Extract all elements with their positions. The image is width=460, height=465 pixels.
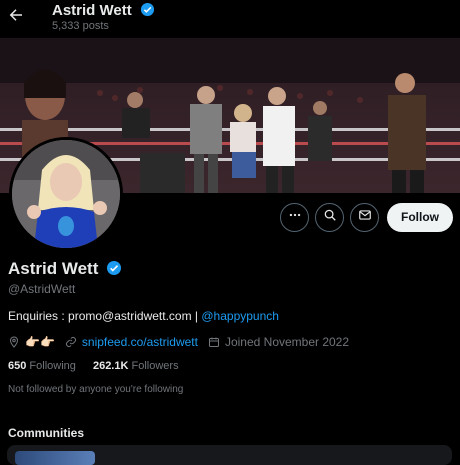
- followers-count: 262.1K: [92, 360, 129, 372]
- community-card[interactable]: [7, 445, 452, 465]
- following-label: Following: [29, 360, 76, 372]
- follow-button[interactable]: Follow: [387, 202, 453, 232]
- following-stat[interactable]: 650 Following: [8, 360, 76, 372]
- arrow-left-icon[interactable]: [6, 6, 26, 26]
- search-icon: [323, 208, 337, 227]
- community-thumbnail: [15, 451, 95, 465]
- profile-meta: 👉🏻👉🏻 snipfeed.co/astridwett Joined Novem…: [8, 335, 359, 349]
- more-icon: [288, 208, 302, 227]
- website-link[interactable]: snipfeed.co/astridwett: [82, 335, 198, 349]
- location-text: 👉🏻👉🏻: [25, 335, 55, 349]
- profile-handle: @AstridWett: [8, 282, 76, 296]
- joined-item: Joined November 2022: [208, 335, 349, 349]
- post-count: 5,333 posts: [52, 20, 109, 32]
- not-followed-note: Not followed by anyone you're following: [8, 384, 184, 395]
- bio-text: Enquiries : promo@astridwett.com |: [8, 309, 202, 323]
- follow-stats: 650 Following 262.1K Followers: [8, 360, 179, 372]
- profile-name: Astrid Wett: [8, 259, 122, 281]
- calendar-icon: [208, 336, 220, 348]
- profile-avatar[interactable]: [9, 137, 123, 251]
- verified-badge-icon: [140, 2, 155, 21]
- header-name: Astrid Wett: [52, 2, 155, 21]
- profile-bio: Enquiries : promo@astridwett.com | @happ…: [8, 309, 279, 323]
- communities-heading: Communities: [8, 426, 85, 440]
- mail-icon: [358, 208, 372, 227]
- link-icon: [65, 336, 77, 348]
- location-icon: [8, 336, 20, 348]
- header-name-text: Astrid Wett: [52, 2, 132, 19]
- top-bar: Astrid Wett 5,333 posts: [0, 0, 460, 38]
- website-item: snipfeed.co/astridwett: [65, 335, 198, 349]
- following-count: 650: [8, 360, 27, 372]
- profile-actions: Follow: [280, 202, 453, 232]
- verified-badge-icon: [106, 260, 122, 281]
- bio-link[interactable]: @happypunch: [201, 309, 279, 323]
- search-button[interactable]: [315, 202, 344, 232]
- message-button[interactable]: [350, 202, 379, 232]
- joined-text: Joined November 2022: [224, 335, 350, 349]
- profile-name-text: Astrid Wett: [8, 259, 99, 278]
- location-item: 👉🏻👉🏻: [8, 335, 55, 349]
- followers-label: Followers: [131, 360, 179, 372]
- followers-stat[interactable]: 262.1K Followers: [93, 360, 179, 372]
- more-button[interactable]: [280, 202, 309, 232]
